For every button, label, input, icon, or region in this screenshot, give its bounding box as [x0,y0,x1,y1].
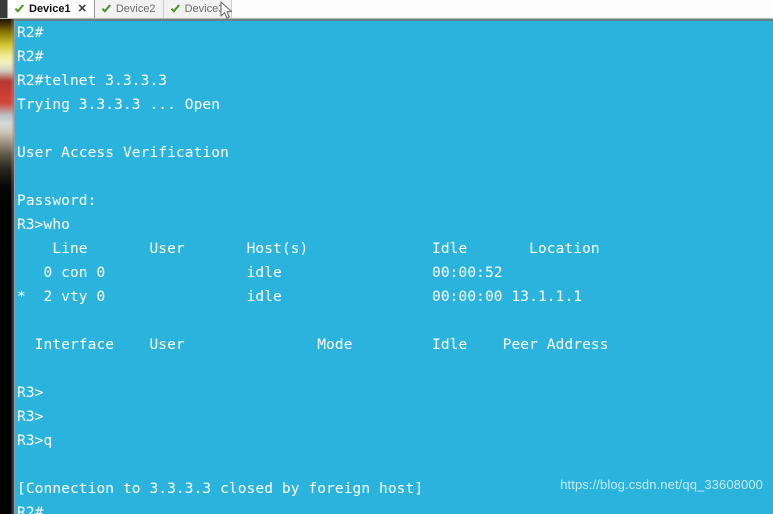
who-table-row: * 2 vty 0 idle 00:00:00 13.1.1.1 [17,289,583,305]
terminal-line: R2# [17,49,44,65]
terminal-line: R2# [17,25,44,41]
terminal-line: User Access Verification [17,145,229,161]
watermark-text: https://blog.csdn.net/qq_33608000 [560,477,763,492]
green-check-icon [101,4,112,15]
tab-device2[interactable]: Device2 [94,0,164,18]
application-window: Device1 ✕ Device2 Device3 R2# R2# R2#tel… [0,0,773,514]
device-tab-bar: Device1 ✕ Device2 Device3 [0,0,773,19]
terminal-line: Trying 3.3.3.3 ... Open [17,97,221,113]
terminal-output: R2# R2# R2#telnet 3.3.3.3 Trying 3.3.3.3… [15,21,773,514]
tab-device3[interactable]: Device3 [163,0,233,18]
terminal-line: R3> [17,409,44,425]
who-table-row: 0 con 0 idle 00:00:52 [17,265,503,281]
tab-device1[interactable]: Device1 ✕ [7,0,95,18]
tab-device1-label: Device1 [29,3,71,15]
terminal-line: R2#telnet 3.3.3.3 [17,73,168,89]
tabbar-left-padding [0,0,7,18]
terminal-line: R3>who [17,217,70,233]
terminal-line: R3>q [17,433,53,449]
who-table-header: Line User Host(s) Idle Location [17,241,600,257]
green-check-icon [170,4,181,15]
interface-table-header: Interface User Mode Idle Peer Address [17,337,609,353]
green-check-icon [14,4,25,15]
terminal-line: Password: [17,193,97,209]
terminal-console[interactable]: R2# R2# R2#telnet 3.3.3.3 Trying 3.3.3.3… [14,19,773,514]
tab-device3-label: Device3 [184,3,225,15]
terminal-line: R3> [17,385,44,401]
tab-device2-label: Device2 [115,3,156,15]
desktop-wallpaper-strip [0,19,14,514]
terminal-line: R2# [17,505,44,514]
tab-device1-close-icon[interactable]: ✕ [78,3,87,15]
tabbar-empty-area [232,0,773,18]
